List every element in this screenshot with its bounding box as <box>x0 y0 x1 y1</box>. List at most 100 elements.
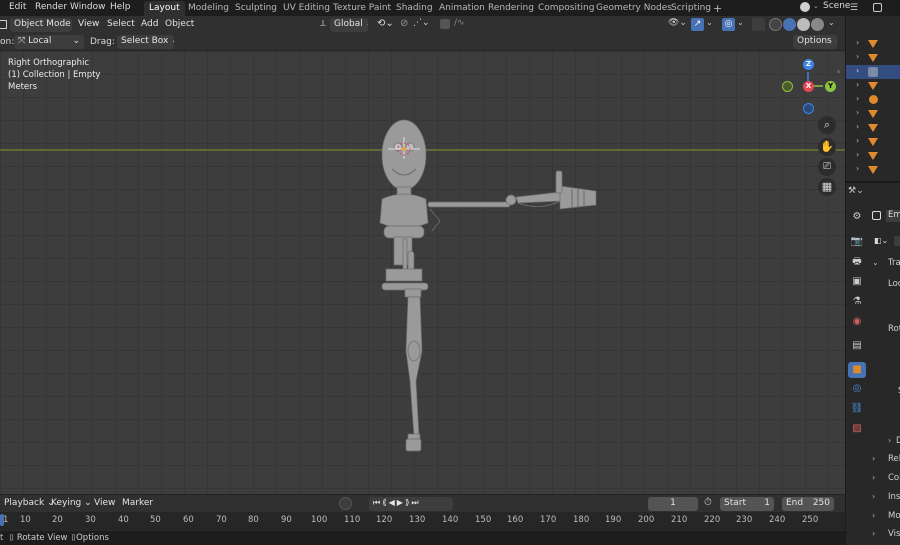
playback-controls[interactable]: ⏮⟪◀▶⟫⏭ <box>369 497 453 511</box>
rendered-shading-icon[interactable] <box>811 18 824 31</box>
properties-editor-icon[interactable]: ⚒⌄ <box>848 186 864 196</box>
world-tab-icon[interactable]: ◉ <box>848 314 866 330</box>
scene-icon[interactable] <box>800 2 810 12</box>
expand-icon[interactable]: › <box>856 164 859 173</box>
object-data-field[interactable] <box>894 236 900 246</box>
visibility-icon[interactable]: 👁⌄ <box>668 18 687 28</box>
tab-shading[interactable]: Shading <box>391 1 438 16</box>
collection-tab-icon[interactable]: ▤ <box>848 338 866 354</box>
view-layer-tab-icon[interactable]: ▣ <box>848 274 866 290</box>
overlay-toggle-icon[interactable]: ◎ <box>722 18 735 31</box>
expand-icon[interactable]: › <box>856 150 859 159</box>
tab-uv-editing[interactable]: UV Editing <box>278 1 335 16</box>
outliner-row[interactable]: › <box>846 93 900 107</box>
grid-ortho-icon[interactable]: ▦ <box>818 178 836 196</box>
material-shading-icon[interactable] <box>797 18 810 31</box>
menu-select[interactable]: Select <box>103 18 139 32</box>
falloff-icon[interactable]: ∕∿ <box>454 18 465 28</box>
expand-icon[interactable]: › <box>856 94 859 103</box>
proportional-editing-icon[interactable] <box>440 19 450 29</box>
snap-target-icon[interactable]: ⋰⌄ <box>413 18 430 28</box>
chevron-right-icon[interactable]: › <box>872 511 875 520</box>
options-dropdown[interactable]: Options ⌄ <box>793 35 837 49</box>
menu-add[interactable]: Add <box>137 18 162 32</box>
expand-icon[interactable]: › <box>856 66 859 75</box>
orientation-dropdown[interactable]: ⤧ Local ⌄ <box>14 35 84 49</box>
outliner-row[interactable]: › <box>846 107 900 121</box>
physics-tab-icon[interactable]: ◎ <box>848 381 866 397</box>
mode-dropdown[interactable]: Object Mode ⌄ <box>10 18 72 32</box>
expand-icon[interactable]: › <box>856 80 859 89</box>
end-frame-field[interactable]: End 250 <box>782 497 834 511</box>
menu-keying[interactable]: Keying ⌄ <box>47 497 96 511</box>
frame-ruler[interactable]: 1 10 20 30 40 50 60 70 80 90 100 110 120… <box>0 512 845 530</box>
tab-texture-paint[interactable]: Texture Paint <box>328 1 396 16</box>
menu-object[interactable]: Object <box>161 18 198 32</box>
outliner-editor-icon[interactable]: ☰ <box>850 3 858 13</box>
outliner-row-selected[interactable]: › <box>846 65 900 79</box>
gizmo-neg-y-axis[interactable] <box>782 81 793 92</box>
gizmo-dropdown-icon[interactable]: ⌄ <box>706 18 713 27</box>
constraints-tab-icon[interactable]: ⛓ <box>848 401 866 417</box>
tab-compositing[interactable]: Compositing <box>533 1 599 16</box>
chevron-right-icon[interactable]: › <box>872 492 875 501</box>
record-icon[interactable] <box>339 497 352 510</box>
outliner-row[interactable]: › <box>846 51 900 65</box>
outliner-row[interactable]: › <box>846 135 900 149</box>
menu-window[interactable]: Window <box>70 2 106 12</box>
tab-layout[interactable]: Layout <box>144 1 185 16</box>
expand-icon[interactable]: › <box>856 38 859 47</box>
outliner-row[interactable]: › <box>846 37 900 51</box>
instancing-panel-label[interactable]: Inst <box>888 492 900 502</box>
menu-timeline-view[interactable]: View <box>90 497 119 511</box>
tab-rendering[interactable]: Rendering <box>483 1 539 16</box>
chevron-right-icon[interactable]: › <box>872 529 875 538</box>
overlay-dropdown-icon[interactable]: ⌄ <box>737 18 744 27</box>
gizmo-z-axis[interactable]: Z <box>803 59 814 70</box>
chevron-right-icon[interactable]: › <box>888 436 891 445</box>
gizmo-toggle-icon[interactable]: ↗ <box>691 18 704 31</box>
outliner-row[interactable]: › <box>846 163 900 177</box>
expand-icon[interactable]: › <box>856 122 859 131</box>
drag-dropdown[interactable]: Select Box ⌄ <box>117 35 174 49</box>
tab-geometry-nodes[interactable]: Geometry Nodes <box>591 1 677 16</box>
transform-orientation-dropdown[interactable]: Global ⌄ <box>330 18 368 32</box>
editor-type-icon[interactable] <box>0 20 7 29</box>
expand-icon[interactable]: › <box>856 136 859 145</box>
chevron-right-icon[interactable]: › <box>872 473 875 482</box>
outliner-row[interactable]: › <box>846 79 900 93</box>
outliner-row[interactable]: › <box>846 149 900 163</box>
sidebar-toggle-icon[interactable]: ‹ <box>837 67 840 76</box>
chevron-down-icon[interactable]: ⌄ <box>872 258 879 267</box>
wireframe-shading-icon[interactable] <box>769 18 782 31</box>
view-layer-icon[interactable] <box>873 3 882 12</box>
delta-transform-label[interactable]: D <box>896 436 900 446</box>
output-tab-icon[interactable]: 🖶 <box>848 254 866 270</box>
outliner-row[interactable]: › <box>846 121 900 135</box>
start-frame-field[interactable]: Start 1 <box>720 497 774 511</box>
menu-view[interactable]: View <box>74 18 103 32</box>
scene-tab-icon[interactable]: ⚗ <box>848 294 866 310</box>
object-type-icon[interactable]: ◧⌄ <box>874 236 888 245</box>
add-workspace-button[interactable]: + <box>708 0 727 15</box>
visibility-panel-label[interactable]: Visi <box>888 529 900 539</box>
expand-icon[interactable]: › <box>856 108 859 117</box>
3d-viewport[interactable]: Right Orthographic (1) Collection | Empt… <box>0 51 845 494</box>
motion-paths-panel-label[interactable]: Mot <box>888 511 900 521</box>
gizmo-x-axis[interactable]: X <box>803 81 814 92</box>
scene-name[interactable]: Scene <box>820 1 850 15</box>
zoom-icon[interactable]: ⌕ <box>818 116 836 134</box>
outliner-panel[interactable]: › › › › › › › › › › <box>845 16 900 181</box>
solid-shading-icon[interactable] <box>783 18 796 31</box>
menu-marker[interactable]: Marker <box>118 497 157 511</box>
gizmo-neg-z-axis[interactable] <box>803 103 814 114</box>
object-tab-icon[interactable]: ■ <box>848 362 866 378</box>
tab-modeling[interactable]: Modeling <box>183 1 234 16</box>
render-tab-icon[interactable]: 📷 <box>848 234 866 250</box>
current-frame-field[interactable]: 1 <box>648 497 698 511</box>
stopwatch-icon[interactable]: ⏱ <box>704 497 712 508</box>
shading-dropdown-icon[interactable]: ⌄ <box>828 18 835 27</box>
pan-hand-icon[interactable]: ✋ <box>818 138 836 156</box>
gizmo-y-axis[interactable]: Y <box>825 81 836 92</box>
texture-tab-icon[interactable]: ▨ <box>848 421 866 437</box>
